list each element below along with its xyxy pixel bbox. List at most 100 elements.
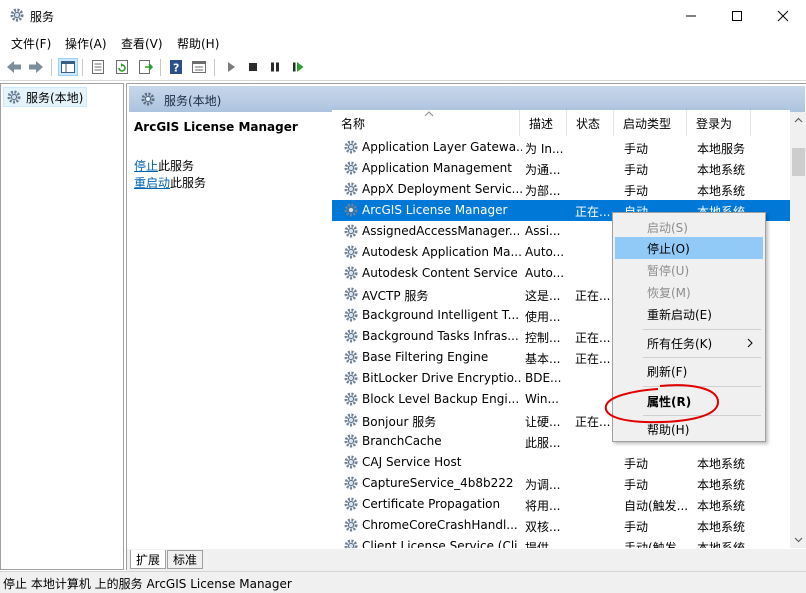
menu-file[interactable]: 文件(F) <box>11 35 51 52</box>
service-row[interactable]: CaptureService_4b8b222 为调... 手动 本地系统 <box>332 473 790 494</box>
menu-item-properties[interactable]: 属性(R) <box>615 390 763 412</box>
service-name: Bonjour 服务 <box>362 415 437 429</box>
close-icon <box>777 10 789 21</box>
menu-item-stop[interactable]: 停止(O) <box>615 237 763 259</box>
service-gear-icon <box>344 161 358 175</box>
service-description: Assi... <box>525 224 561 238</box>
menu-item-restart[interactable]: 重新启动(E) <box>615 303 763 325</box>
service-status: 正在... <box>575 289 611 303</box>
service-row[interactable]: Certificate Propagation 将用... 自动(触发... 本地系统 <box>332 494 790 515</box>
service-description: 基本... <box>525 352 561 366</box>
service-row[interactable]: Application Layer Gatewa... 为 In... 手动 本地服务 <box>332 137 790 158</box>
menu-item-start[interactable]: 启动(S) <box>615 216 763 238</box>
service-gear-icon <box>344 287 358 301</box>
back-arrow-icon <box>7 61 21 73</box>
menu-help[interactable]: 帮助(H) <box>177 35 219 52</box>
menu-separator <box>643 329 761 330</box>
service-gear-icon <box>344 308 358 322</box>
service-gear-icon <box>344 140 358 154</box>
service-gear-icon <box>344 371 358 385</box>
show-hide-console-tree-button[interactable] <box>58 58 78 76</box>
service-startup-type: 手动 <box>624 457 649 471</box>
play-icon <box>228 62 235 72</box>
column-header-description[interactable]: 描述 <box>520 110 567 136</box>
snapin-view-button[interactable] <box>189 58 209 76</box>
service-status: 正在... <box>575 331 611 345</box>
menu-item-help[interactable]: 帮助(H) <box>615 418 763 440</box>
service-gear-icon <box>344 350 358 364</box>
service-description: 为 In... <box>525 142 564 156</box>
title-bar: 服务 <box>0 0 806 31</box>
service-gear-icon <box>344 539 358 548</box>
service-description: Auto... <box>525 266 565 280</box>
help-book-icon: ? <box>170 60 182 75</box>
scroll-up-icon[interactable] <box>794 116 803 125</box>
scrollbar-thumb[interactable] <box>792 148 805 176</box>
menu-item-refresh[interactable]: 刷新(F) <box>615 360 763 382</box>
minimize-button[interactable] <box>668 0 714 31</box>
forward-button[interactable] <box>26 58 46 76</box>
menu-action[interactable]: 操作(A) <box>65 35 107 52</box>
vertical-scrollbar[interactable] <box>790 112 806 548</box>
column-header-log-on-as[interactable]: 登录为 <box>687 110 751 136</box>
stop-service-link[interactable]: 停止 <box>134 159 158 173</box>
service-name: AVCTP 服务 <box>362 289 429 303</box>
tree-item-services-local[interactable]: 服务(本地) <box>3 87 87 107</box>
service-row[interactable]: CAJ Service Host 手动 本地系统 <box>332 452 790 473</box>
menu-item-pause[interactable]: 暂停(U) <box>615 259 763 281</box>
service-description: 为调... <box>525 478 561 492</box>
service-gear-icon <box>344 476 358 490</box>
service-gear-icon <box>344 413 358 427</box>
service-name: Certificate Propagation <box>362 497 501 511</box>
menu-item-all-tasks[interactable]: 所有任务(K) <box>615 332 763 354</box>
service-gear-icon <box>344 392 358 406</box>
maximize-button[interactable] <box>714 0 760 31</box>
minimize-icon <box>686 15 696 16</box>
service-log-on-as: 本地系统 <box>697 520 746 534</box>
column-header-name[interactable]: 名称 <box>332 110 520 136</box>
service-startup-type: 手动 <box>624 142 649 156</box>
service-row[interactable]: Application Management 为通... 手动 本地系统 <box>332 158 790 179</box>
service-description: 使用... <box>525 310 561 324</box>
restart-service-button[interactable] <box>288 58 308 76</box>
maximize-icon <box>732 10 742 21</box>
restart-icon <box>293 62 304 72</box>
toolbar: ? <box>0 54 806 81</box>
menu-item-resume[interactable]: 恢复(M) <box>615 281 763 303</box>
service-name: CAJ Service Host <box>362 455 462 469</box>
service-description: Auto... <box>525 245 565 259</box>
service-name: Autodesk Application Ma... <box>362 245 522 259</box>
service-name: BranchCache <box>362 434 442 448</box>
tree-item-label: 服务(本地) <box>26 90 84 105</box>
tab-extended[interactable]: 扩展 <box>130 550 167 569</box>
export-list-button[interactable] <box>135 58 155 76</box>
scroll-down-icon[interactable] <box>794 535 803 544</box>
selected-service-name: ArcGIS License Manager <box>134 120 298 134</box>
column-header-startup-type[interactable]: 启动类型 <box>614 110 687 136</box>
pause-service-button[interactable] <box>265 58 285 76</box>
service-description: 为部... <box>525 184 561 198</box>
start-service-button[interactable] <box>221 58 241 76</box>
service-gear-icon <box>344 224 358 238</box>
restart-service-link[interactable]: 重启动 <box>134 176 170 190</box>
close-button[interactable] <box>760 0 806 31</box>
service-name: Background Tasks Infras... <box>362 329 519 343</box>
service-name: Application Management <box>362 161 512 175</box>
help-toolbar-button[interactable]: ? <box>166 58 186 76</box>
tab-standard[interactable]: 标准 <box>167 550 204 569</box>
menu-view[interactable]: 查看(V) <box>121 35 163 52</box>
refresh-toolbar-button[interactable] <box>112 58 132 76</box>
service-row[interactable]: AppX Deployment Servic... 为部... 手动 本地系统 <box>332 179 790 200</box>
properties-toolbar-button[interactable] <box>88 58 108 76</box>
service-row[interactable]: Client License Service (Cli... 提供... 手动(触发… <box>332 536 790 548</box>
stop-service-button[interactable] <box>243 58 263 76</box>
service-row[interactable]: ChromeCoreCrashHandl... 双核... 手动 本地系统 <box>332 515 790 536</box>
service-startup-type: 手动 <box>624 163 649 177</box>
submenu-arrow-icon <box>747 338 753 348</box>
service-name: BitLocker Drive Encryptio... <box>362 371 522 385</box>
service-startup-type: 手动 <box>624 520 649 534</box>
services-gear-icon <box>141 92 155 106</box>
service-name: Autodesk Content Service <box>362 266 518 280</box>
back-button[interactable] <box>4 58 24 76</box>
column-header-status[interactable]: 状态 <box>567 110 614 136</box>
